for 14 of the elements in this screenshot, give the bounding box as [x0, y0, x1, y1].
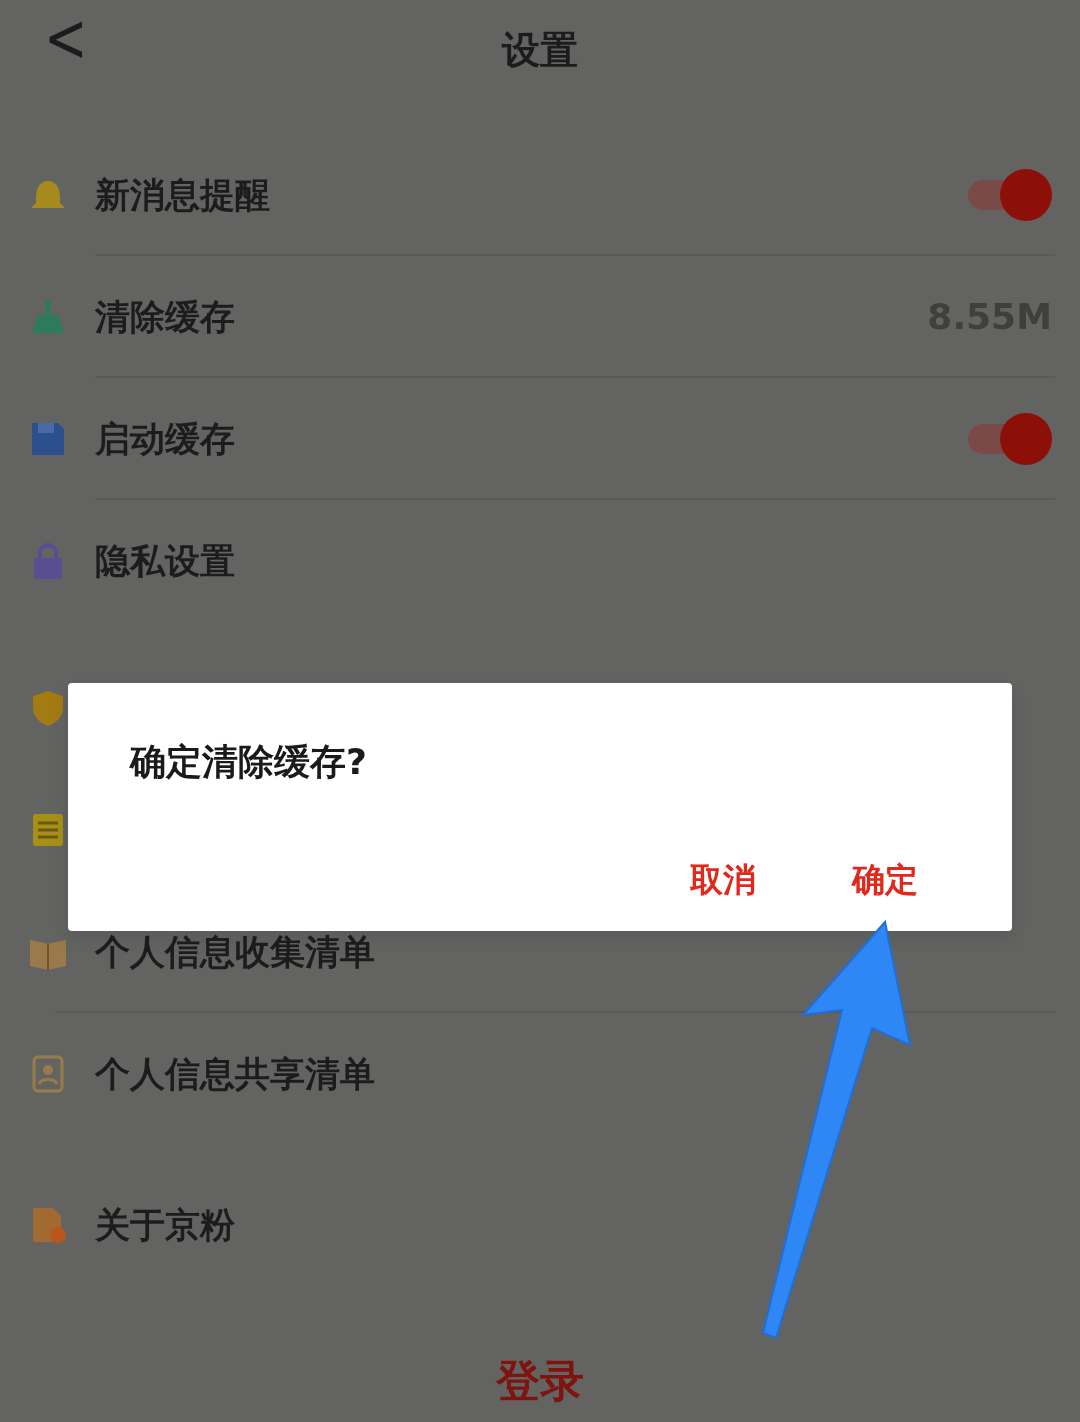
login-link[interactable]: 登录: [496, 1355, 584, 1406]
toggle-switch[interactable]: [968, 411, 1052, 467]
setting-label[interactable]: 启动缓存: [95, 412, 235, 466]
toggle-switch[interactable]: [968, 167, 1052, 223]
setting-label[interactable]: 关于京粉: [95, 1198, 235, 1252]
back-button[interactable]: <: [36, 4, 96, 72]
setting-label[interactable]: 新消息提醒: [95, 168, 270, 222]
setting-label[interactable]: 清除缓存: [95, 290, 235, 344]
dialog-button[interactable]: 取消: [670, 851, 776, 909]
page-title: 设置: [502, 28, 578, 72]
setting-label[interactable]: 个人信息共享清单: [95, 1047, 375, 1101]
setting-label[interactable]: 隐私设置: [95, 534, 235, 588]
dialog-message: 确定清除缓存?: [130, 740, 368, 784]
dialog-button[interactable]: 确定: [832, 851, 938, 909]
